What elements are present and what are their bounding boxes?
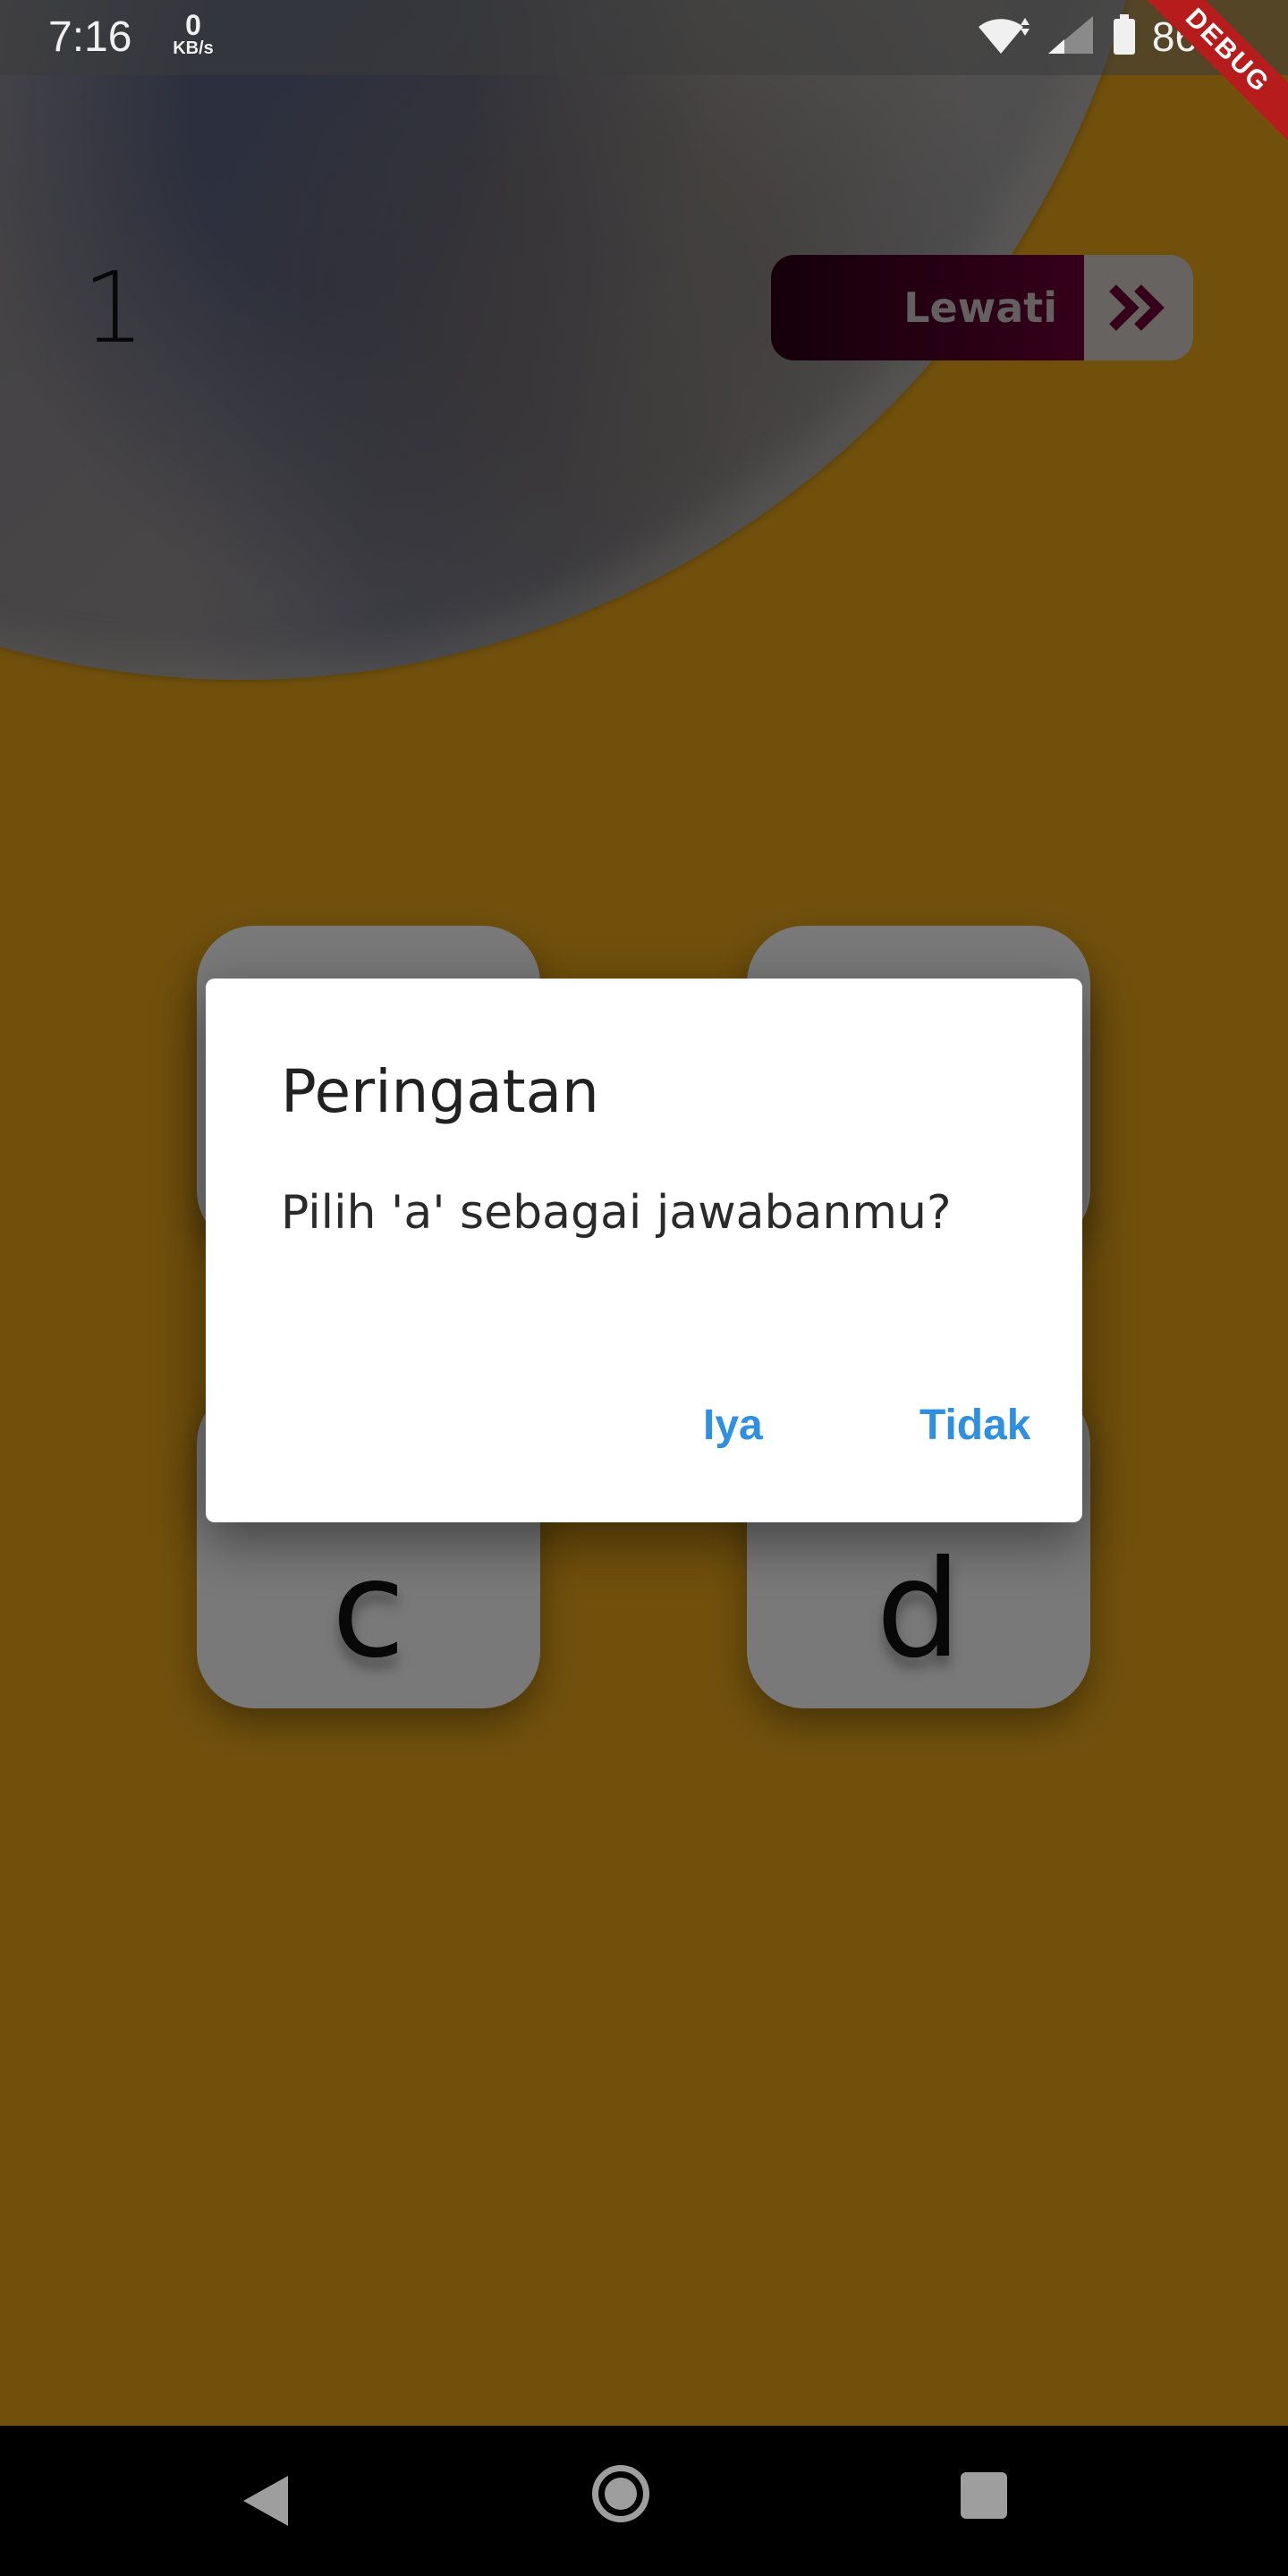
- network-speed: 0 KB/s: [173, 9, 214, 58]
- navigation-bar: [0, 2426, 1288, 2576]
- status-time: 7:16: [48, 13, 132, 61]
- wifi-icon: [975, 14, 1030, 60]
- status-bar: 7:16 0 KB/s DEBUG: [0, 0, 1288, 148]
- dialog-message: Pilih 'a' sebagai jawabanmu?: [281, 1186, 952, 1240]
- confirm-button[interactable]: Iya: [685, 1386, 781, 1464]
- dialog-title: Peringatan: [281, 1057, 599, 1126]
- recent-apps-icon[interactable]: [961, 2472, 1007, 2519]
- back-icon[interactable]: [243, 2476, 288, 2526]
- game-screen: 1 Lewati b a c d 7:16 0 KB/s: [0, 0, 1288, 2576]
- home-icon[interactable]: [592, 2465, 649, 2522]
- alert-dialog: Peringatan Pilih 'a' sebagai jawabanmu? …: [206, 979, 1082, 1522]
- signal-icon: [1046, 14, 1097, 60]
- cancel-button[interactable]: Tidak: [902, 1386, 1049, 1464]
- battery-icon: [1113, 13, 1136, 60]
